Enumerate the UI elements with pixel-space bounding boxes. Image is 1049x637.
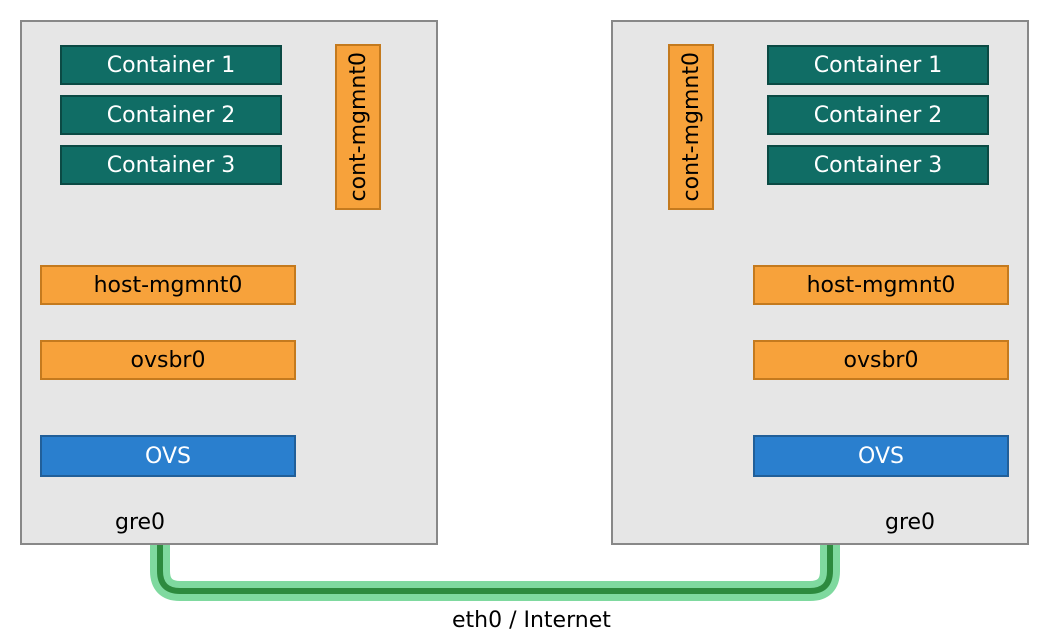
network-diagram: Container 1 Container 2 Container 3 cont… — [0, 0, 1049, 637]
gre-a-label: gre0 — [115, 510, 165, 535]
host-mgmnt-a: host-mgmnt0 — [40, 265, 296, 305]
container-b-3: Container 3 — [767, 145, 989, 185]
container-a-2: Container 2 — [60, 95, 282, 135]
ovsbr-b: ovsbr0 — [753, 340, 1009, 380]
cont-mgmnt-b: cont-mgmnt0 — [668, 44, 714, 210]
cont-mgmnt-a-label: cont-mgmnt0 — [346, 52, 371, 201]
cont-mgmnt-b-label: cont-mgmnt0 — [679, 52, 704, 201]
ovsbr-a: ovsbr0 — [40, 340, 296, 380]
tunnel-label: eth0 / Internet — [452, 608, 611, 633]
container-a-3: Container 3 — [60, 145, 282, 185]
container-b-2: Container 2 — [767, 95, 989, 135]
gre-b-label: gre0 — [885, 510, 935, 535]
cont-mgmnt-a: cont-mgmnt0 — [335, 44, 381, 210]
container-a-1: Container 1 — [60, 45, 282, 85]
ovs-a: OVS — [40, 435, 296, 477]
container-b-1: Container 1 — [767, 45, 989, 85]
ovs-b: OVS — [753, 435, 1009, 477]
host-mgmnt-b: host-mgmnt0 — [753, 265, 1009, 305]
